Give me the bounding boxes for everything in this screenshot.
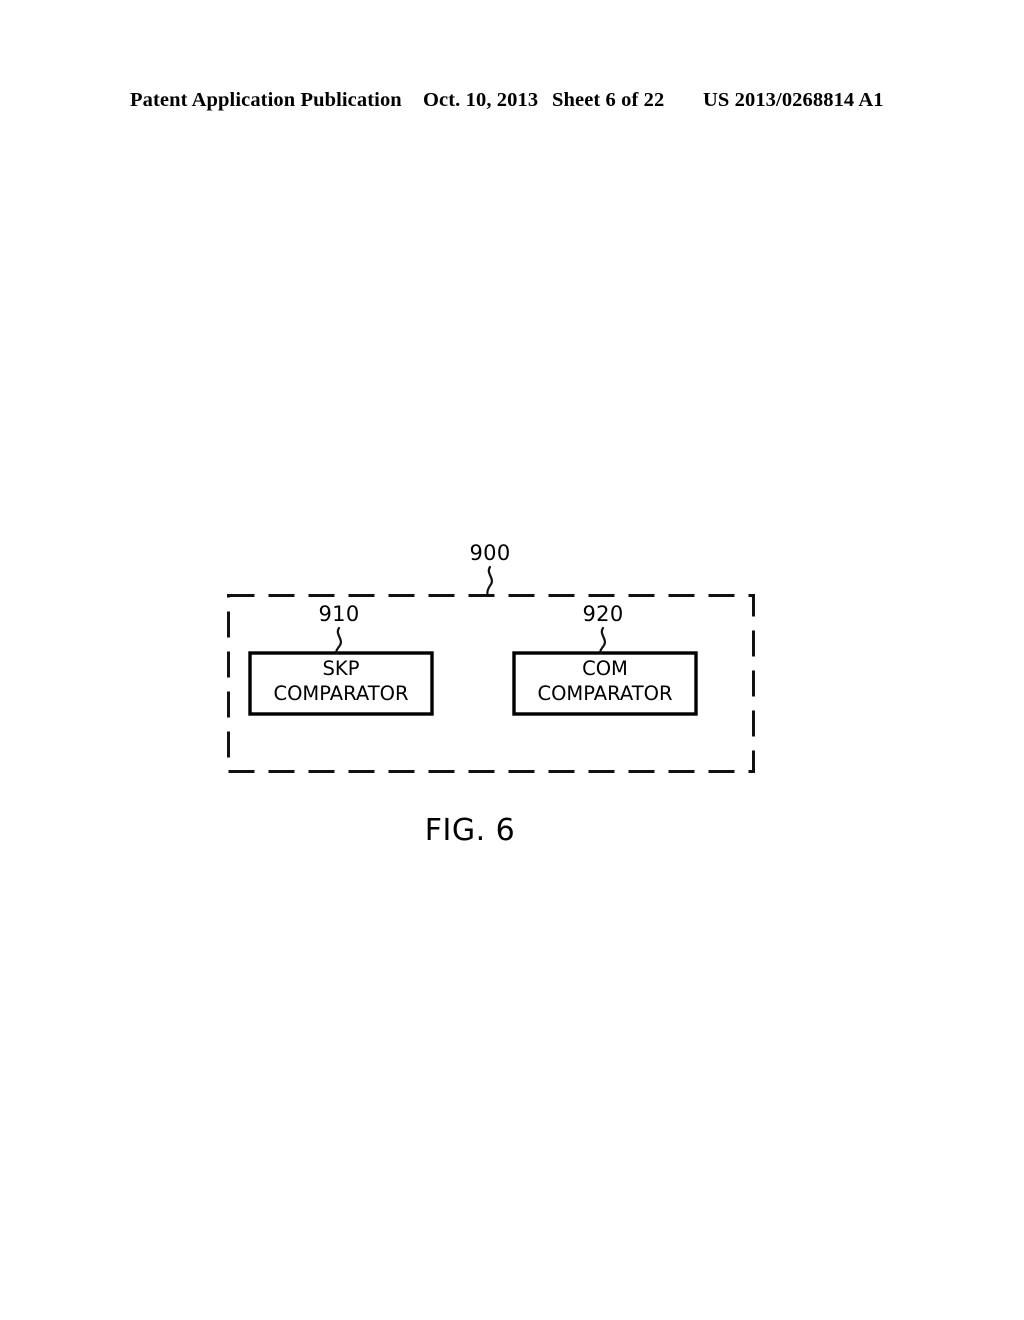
leader-line-900 bbox=[486, 565, 493, 597]
leader-line-910 bbox=[335, 626, 342, 655]
leader-line-920 bbox=[599, 626, 606, 655]
block-skp-comparator-label: SKP COMPARATOR bbox=[273, 657, 409, 705]
reference-numeral-910: 910 bbox=[318, 602, 360, 626]
figure-drawing-area: 900 910 920 SKP COMPARATOR COM COMPARATO… bbox=[0, 0, 1024, 1320]
patent-page-sheet: Patent Application Publication Oct. 10, … bbox=[0, 0, 1024, 1320]
reference-numeral-900: 900 bbox=[469, 541, 511, 565]
figure-6-schematic bbox=[227, 565, 755, 773]
block-com-comparator-label: COM COMPARATOR bbox=[537, 657, 673, 705]
reference-numeral-920: 920 bbox=[582, 602, 624, 626]
figure-caption: FIG. 6 bbox=[424, 813, 516, 848]
